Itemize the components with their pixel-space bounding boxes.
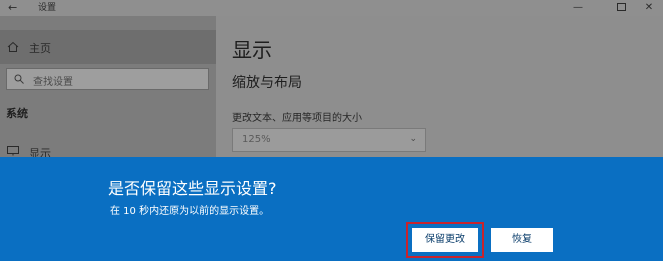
monitor-icon — [7, 146, 19, 156]
home-icon — [7, 41, 19, 52]
page-title: 显示 — [232, 38, 272, 62]
sidebar-item-label: 主页 — [29, 42, 51, 55]
sidebar-item-home[interactable]: 主页 — [0, 30, 216, 64]
scale-dropdown[interactable]: 125% ⌄ — [232, 128, 426, 152]
title-bar: ← 设置 — ✕ — [0, 0, 663, 16]
dropdown-value: 125% — [242, 134, 271, 145]
dialog-message: 在 10 秒内还原为以前的显示设置。 — [110, 206, 270, 217]
keep-changes-button[interactable]: 保留更改 — [412, 228, 478, 252]
section-title: 缩放与布局 — [232, 75, 302, 91]
section-heading: 系统 — [6, 107, 28, 120]
keep-settings-dialog: 是否保留这些显示设置? 在 10 秒内还原为以前的显示设置。 保留更改 恢复 — [0, 157, 663, 261]
search-icon — [14, 74, 24, 84]
revert-button[interactable]: 恢复 — [491, 228, 553, 252]
chevron-down-icon: ⌄ — [409, 134, 417, 144]
search-placeholder: 查找设置 — [33, 77, 73, 88]
maximize-icon — [616, 3, 626, 11]
back-arrow-icon[interactable]: ← — [8, 1, 17, 14]
minimize-button[interactable]: — — [561, 0, 595, 16]
window-title: 设置 — [38, 3, 57, 13]
search-input[interactable]: 查找设置 — [6, 68, 209, 90]
close-button[interactable]: ✕ — [632, 0, 663, 16]
scale-field-label: 更改文本、应用等项目的大小 — [232, 113, 362, 124]
dialog-title: 是否保留这些显示设置? — [108, 179, 277, 198]
